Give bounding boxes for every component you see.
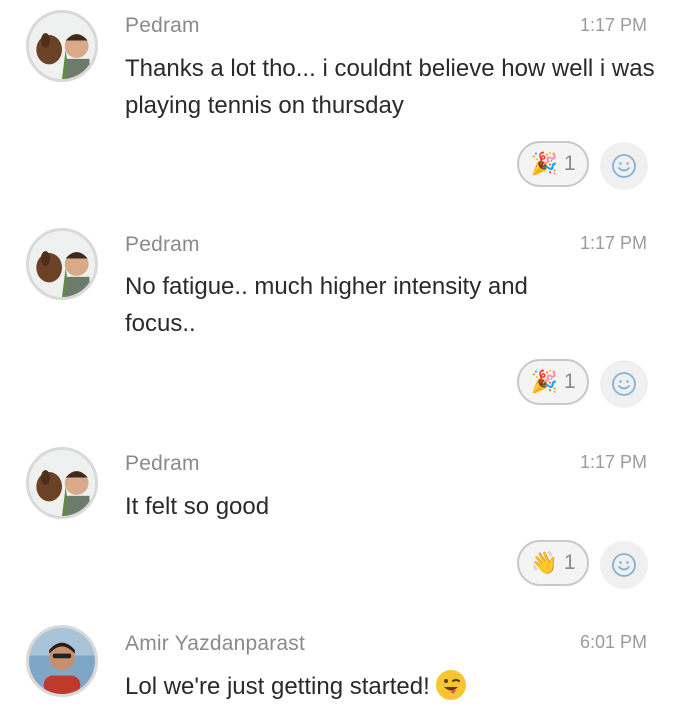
message-text-row: Lol we're just getting started!	[125, 668, 655, 705]
avatar-image	[29, 13, 95, 79]
smiley-icon	[612, 553, 636, 577]
timestamp: 6:01 PM	[579, 632, 647, 652]
avatar-amir[interactable]	[26, 625, 98, 697]
reaction-count: 1	[563, 551, 576, 574]
sender-name[interactable]: Pedram	[125, 452, 200, 476]
sender-name[interactable]: Amir Yazdanparast	[125, 632, 305, 656]
reaction-chip[interactable]: 🎉 1	[517, 141, 589, 187]
smiley-icon	[612, 372, 636, 396]
message-text: Thanks a lot tho... i couldnt believe ho…	[125, 55, 655, 119]
add-reaction-button[interactable]	[600, 142, 648, 190]
timestamp: 1:17 PM	[579, 15, 647, 35]
reaction-count: 1	[563, 152, 576, 175]
avatar-image	[29, 231, 95, 297]
sender-name[interactable]: Pedram	[125, 233, 200, 257]
message-text: No fatigue.. much higher intensity and f…	[125, 273, 528, 337]
reaction-chip[interactable]: 🎉 1	[517, 359, 589, 405]
reaction-count: 1	[563, 370, 576, 393]
avatar-image	[29, 450, 95, 516]
timestamp: 1:17 PM	[579, 233, 647, 253]
party-popper-icon: 🎉	[530, 151, 558, 176]
avatar-pedram[interactable]	[26, 228, 98, 300]
waving-hand-icon: 👋	[530, 550, 558, 575]
party-popper-icon: 🎉	[530, 369, 558, 394]
message-text: Lol we're just getting started!	[125, 673, 430, 700]
timestamp: 1:17 PM	[579, 452, 647, 472]
avatar-image	[29, 628, 95, 694]
add-reaction-button[interactable]	[600, 360, 648, 408]
reaction-chip[interactable]: 👋 1	[517, 540, 589, 586]
avatar-pedram[interactable]	[26, 447, 98, 519]
add-reaction-button[interactable]	[600, 541, 648, 589]
winking-tongue-face-icon	[435, 670, 466, 700]
avatar-pedram[interactable]	[26, 10, 98, 82]
message-text: It felt so good	[125, 493, 270, 520]
smiley-icon	[612, 154, 636, 178]
sender-name[interactable]: Pedram	[125, 14, 200, 38]
